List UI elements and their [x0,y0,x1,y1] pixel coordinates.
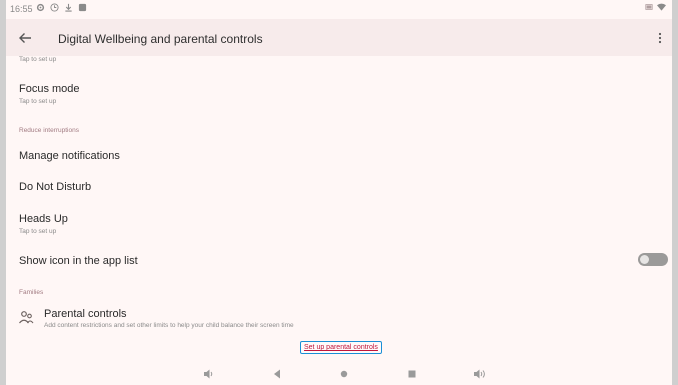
status-bar: 16:55 [6,0,672,19]
battery-icon [645,4,653,10]
show-icon-item[interactable]: Show icon in the app list [19,255,138,267]
set-up-parental-controls-link[interactable]: Set up parental controls [300,341,382,354]
focus-mode-subtitle: Tap to set up [19,98,57,105]
status-right-icons [645,3,666,11]
parental-controls-title[interactable]: Parental controls [44,308,127,320]
status-icons [36,3,87,12]
do-not-disturb-item[interactable]: Do Not Disturb [19,181,91,193]
square-notification-icon [78,3,87,12]
recents-icon[interactable] [407,368,417,380]
parental-controls-subtitle: Add content restrictions and set other l… [44,322,294,329]
page-title: Digital Wellbeing and parental controls [58,32,263,46]
focus-mode-title[interactable]: Focus mode [19,83,80,95]
download-icon [65,3,72,12]
more-options-icon[interactable] [654,30,666,46]
toggle-knob [640,255,649,264]
wifi-icon [657,3,666,11]
gear-icon [36,3,45,12]
status-time: 16:55 [10,4,33,14]
back-icon[interactable] [272,368,282,380]
parental-controls-icon [19,311,34,324]
heads-up-subtitle: Tap to set up [19,228,57,235]
section-header-families: Families [19,289,44,296]
navigation-bar [6,363,672,385]
clock-icon [50,3,59,12]
partial-row-subtitle[interactable]: Tap to set up [19,56,56,63]
back-arrow-icon[interactable] [16,29,34,47]
section-header-reduce-interruptions: Reduce interruptions [19,127,79,134]
volume-down-icon[interactable] [203,368,215,380]
screen: 16:55 Digital Wellbeing and parental con… [6,0,672,385]
volume-up-icon[interactable] [473,368,487,380]
home-icon[interactable] [339,368,349,380]
show-icon-toggle[interactable] [638,253,668,266]
heads-up-title[interactable]: Heads Up [19,213,68,225]
manage-notifications-item[interactable]: Manage notifications [19,150,120,162]
app-bar: Digital Wellbeing and parental controls [6,19,672,56]
